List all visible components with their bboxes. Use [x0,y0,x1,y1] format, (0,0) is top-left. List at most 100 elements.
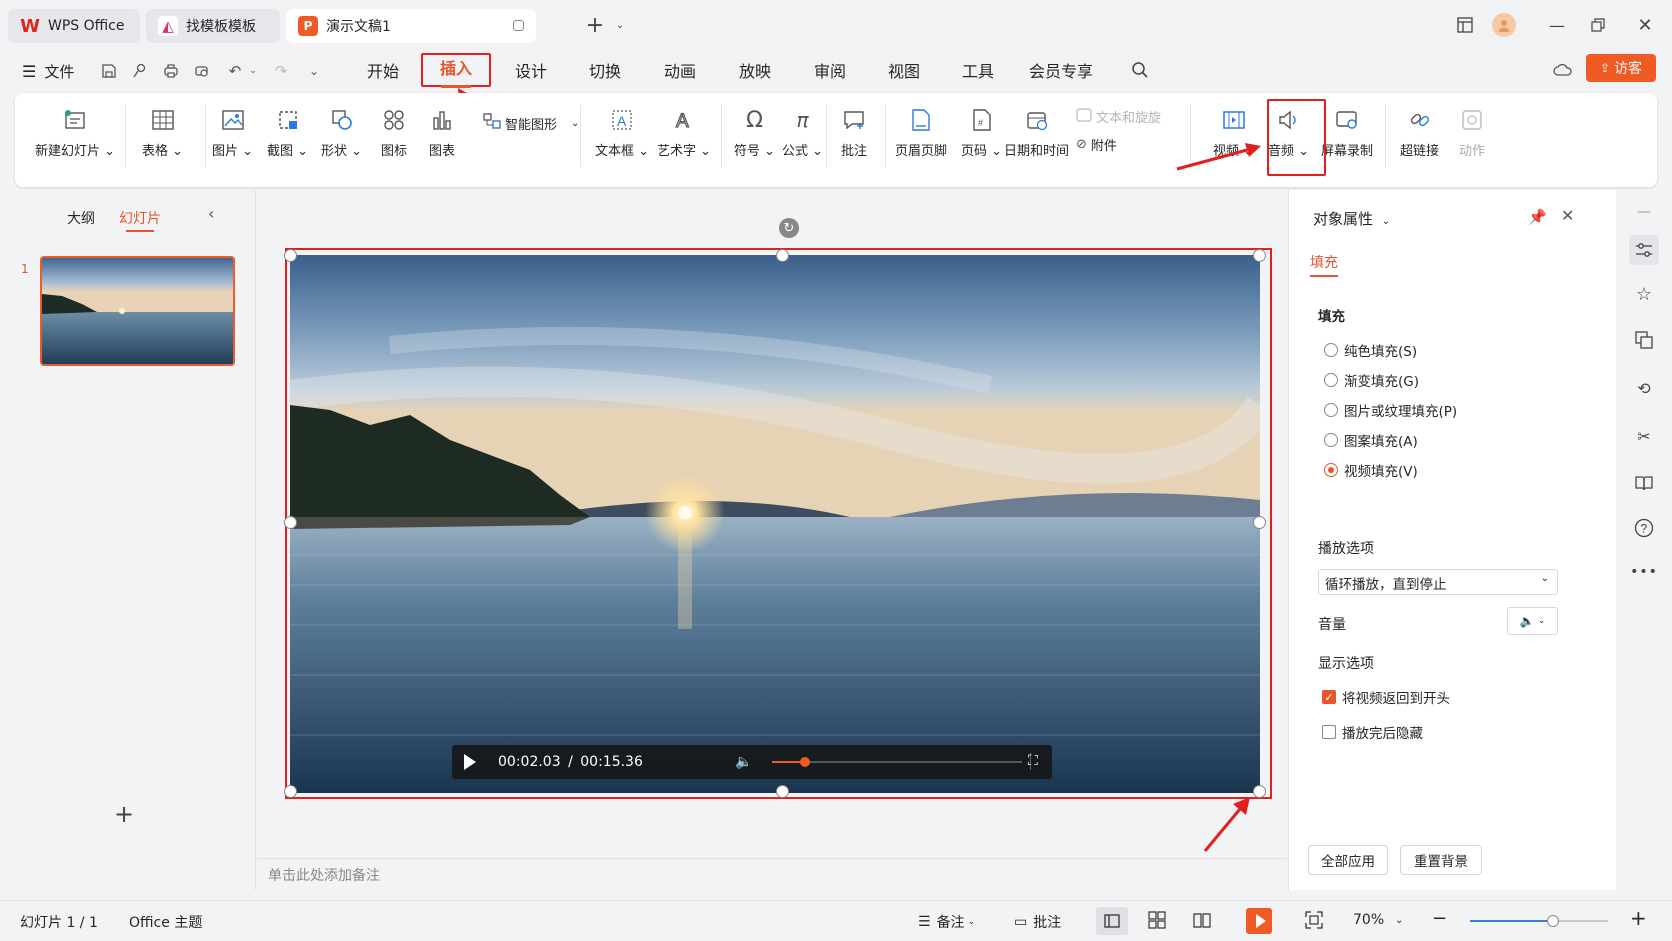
share-icon[interactable] [131,62,149,80]
radio-solid-fill[interactable]: 纯色填充(S) [1324,340,1417,360]
redo-icon[interactable]: ↷ [272,62,290,80]
page-number-button[interactable]: # 页码 ⌄ [961,107,1002,159]
menu-item-animation[interactable]: 动画 [664,59,696,85]
formula-button[interactable]: π 公式 ⌄ [782,107,823,159]
hide-after-play-checkbox[interactable]: 播放完后隐藏 [1322,722,1423,742]
menu-item-slideshow[interactable]: 放映 [739,59,771,85]
tab-wps-office[interactable]: W WPS Office [8,9,140,43]
zoom-chevron-icon[interactable]: ⌄ [1395,915,1403,926]
tab-fill[interactable]: 填充 [1310,252,1338,272]
scissors-icon[interactable]: ✂ [1632,424,1656,448]
shape-button[interactable]: 形状 ⌄ [321,107,362,159]
radio-pattern-fill[interactable]: 图案填充(A) [1324,430,1418,450]
video-frame[interactable]: 00:02.03 / 00:15.36 🔈 ⛶ [290,255,1260,793]
star-icon[interactable]: ☆ [1632,282,1656,306]
play-icon[interactable] [464,754,476,770]
undo-icon[interactable]: ↶ [226,62,244,80]
radio-video-fill[interactable]: 视频填充(V) [1324,460,1418,480]
menu-item-review[interactable]: 审阅 [814,59,846,85]
hyperlink-button[interactable]: 超链接 [1400,107,1439,159]
minimize-icon[interactable]: — [1544,12,1570,38]
zoom-slider[interactable] [1470,915,1608,927]
avatar[interactable] [1492,13,1516,37]
search-icon[interactable] [1130,60,1150,80]
resize-handle[interactable] [1253,249,1266,262]
close-window-icon[interactable]: ✕ [1632,12,1658,38]
play-slideshow-icon[interactable] [1246,908,1272,934]
more-icon[interactable]: ••• [1630,560,1657,584]
tab-outline[interactable]: 大纲 [67,208,95,228]
tab-template[interactable]: ◭ 找模板模板 [146,9,280,43]
datetime-button[interactable]: 日期和时间 [1004,107,1069,159]
restore-icon[interactable] [1585,12,1611,38]
tab-slides[interactable]: 幻灯片 [119,208,161,228]
volume-icon[interactable]: 🔈 [735,754,752,770]
undo-chevron-icon[interactable]: ⌄ [244,62,262,80]
more-chevron-icon[interactable]: ⌄ [305,62,323,80]
progress-handle[interactable] [799,757,810,767]
menu-item-insert[interactable]: 插入 [421,53,491,87]
notes-placeholder[interactable]: 单击此处添加备注 [268,865,380,885]
tab-list-chevron-icon[interactable]: ⌄ [607,12,633,38]
symbol-button[interactable]: Ω 符号 ⌄ [734,107,775,160]
reset-background-button[interactable]: 重置背景 [1400,845,1482,875]
cloud-icon[interactable] [1553,61,1573,79]
play-mode-select[interactable]: 循环播放，直到停止 ⌄ [1318,569,1558,595]
rotate-handle-icon[interactable]: ↻ [779,218,799,238]
help-icon[interactable]: ? [1632,516,1656,540]
print-icon[interactable] [162,62,180,80]
book-icon[interactable] [1632,471,1656,495]
tab-presentation[interactable]: P 演示文稿1 [286,9,536,43]
new-slide-button[interactable]: 新建幻灯片 ⌄ [35,107,115,159]
comments-button[interactable]: ▭ 批注 [1014,912,1061,932]
radio-gradient-fill[interactable]: 渐变填充(G) [1324,370,1419,390]
progress-track[interactable] [772,757,1022,767]
slide-thumbnail[interactable] [40,256,235,366]
tab-close-icon[interactable] [513,20,524,31]
add-slide-icon[interactable]: + [114,800,134,828]
screenshot-button[interactable]: 截图 ⌄ [267,107,308,159]
resize-handle[interactable] [776,785,789,798]
zoom-level[interactable]: 70% [1353,912,1384,928]
text-speech-button[interactable]: 文本和旋旋 [1076,107,1161,126]
slide-sorter-icon[interactable] [1148,911,1166,933]
menu-item-member[interactable]: 会员专享 [1029,59,1093,85]
textbox-button[interactable]: A 文本框 ⌄ [595,107,649,159]
print-preview-icon[interactable] [193,62,211,80]
fullscreen-icon[interactable]: ⛶ [1028,753,1038,769]
smartart-button[interactable]: 智能图形 ⌄ [483,113,579,133]
title-chevron-icon[interactable]: ⌄ [1382,216,1390,227]
wordart-button[interactable]: A 艺术字 ⌄ [657,107,711,159]
picture-button[interactable]: 图片 ⌄ [212,107,253,159]
zoom-out-icon[interactable]: − [1432,908,1447,929]
close-panel-icon[interactable]: ✕ [1561,206,1574,225]
file-menu[interactable]: ☰ 文件 [22,59,74,85]
comment-button[interactable]: 批注 [841,107,867,159]
menu-item-view[interactable]: 视图 [888,59,920,85]
header-footer-button[interactable]: 页眉页脚 [895,107,947,159]
copy-icon[interactable] [1632,328,1656,352]
theme-name[interactable]: Office 主题 [129,912,202,932]
menu-item-design[interactable]: 设计 [515,59,547,85]
rewind-checkbox[interactable]: ✓ 将视频返回到开头 [1322,687,1450,707]
resize-handle[interactable] [284,249,297,262]
menu-item-tools[interactable]: 工具 [962,59,994,85]
save-icon[interactable] [100,62,118,80]
layout-icon[interactable] [1452,12,1478,38]
chart-button[interactable]: 图表 [429,107,455,159]
normal-view-icon[interactable] [1096,907,1128,935]
notes-button[interactable]: ☰ 备注 ⌄ [918,912,975,932]
fit-window-icon[interactable] [1305,911,1323,933]
pin-icon[interactable]: 📌 [1528,208,1547,226]
collapse-rail-icon[interactable]: — [1632,200,1656,224]
properties-sliders-icon[interactable] [1629,235,1659,265]
resize-handle[interactable] [284,785,297,798]
reading-view-icon[interactable] [1193,911,1211,933]
screen-record-button[interactable]: 屏幕录制 [1321,107,1373,159]
action-button[interactable]: 动作 [1459,107,1485,159]
visitor-button[interactable]: ⇪ 访客 [1586,54,1656,82]
zoom-in-icon[interactable]: + [1630,906,1647,930]
zoom-slider-handle[interactable] [1546,915,1559,927]
radio-picture-fill[interactable]: 图片或纹理填充(P) [1324,400,1457,420]
menu-item-start[interactable]: 开始 [367,59,399,85]
